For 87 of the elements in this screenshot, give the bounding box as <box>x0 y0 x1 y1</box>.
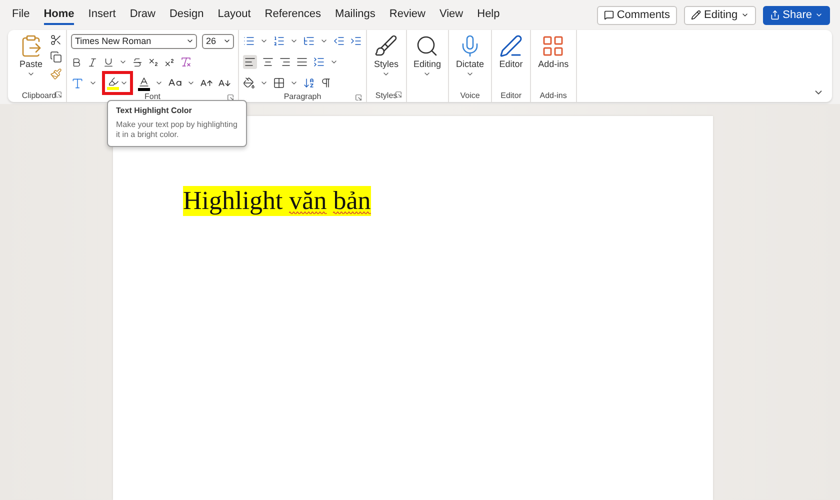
dictate-button[interactable]: Dictate <box>453 32 488 88</box>
menu-tab[interactable]: Layout <box>218 5 251 25</box>
group-label: Styles <box>375 90 398 100</box>
subscript-icon[interactable] <box>148 56 159 68</box>
caret-icon[interactable] <box>27 70 35 78</box>
styles-button[interactable]: Styles <box>371 32 402 88</box>
clear-formatting-icon[interactable] <box>180 56 192 68</box>
editor-icon[interactable] <box>499 34 524 58</box>
launcher-icon[interactable] <box>55 91 62 98</box>
menu-tab[interactable]: View <box>439 5 464 25</box>
pilcrow-icon[interactable] <box>320 77 332 89</box>
editing-icon[interactable] <box>691 10 701 20</box>
decrease-indent-icon[interactable] <box>333 35 345 47</box>
share-button[interactable]: Share <box>762 6 830 24</box>
editing-button[interactable]: Editing <box>684 6 756 24</box>
group-label: Voice <box>460 90 480 100</box>
caret-icon[interactable] <box>89 79 97 87</box>
font-color-icon[interactable] <box>138 76 150 90</box>
caret-icon[interactable] <box>382 70 390 78</box>
tooltip-text: Make your text pop by highlighting it in a bright color. <box>116 120 238 141</box>
caret-icon[interactable] <box>260 79 268 87</box>
text-effects-icon[interactable] <box>71 76 84 90</box>
menu-tab[interactable]: Help <box>477 5 500 25</box>
align-right-icon[interactable] <box>279 56 291 68</box>
editor-button[interactable]: Editor <box>496 32 526 88</box>
editing-button[interactable]: Editing <box>410 32 444 88</box>
caret-icon[interactable] <box>423 70 432 78</box>
font-name-field[interactable]: Times New Roman <box>71 34 197 48</box>
caret-icon[interactable] <box>186 37 194 45</box>
strikethrough-icon[interactable] <box>132 56 143 68</box>
highlighted-text: Highlight văn bản <box>183 186 371 216</box>
increase-indent-icon[interactable] <box>350 35 362 47</box>
menu-tab[interactable]: File <box>12 5 30 25</box>
caret-icon[interactable] <box>187 79 195 87</box>
format-painter-icon[interactable] <box>50 68 62 80</box>
italic-icon[interactable] <box>87 56 98 68</box>
justify-icon[interactable] <box>296 56 308 68</box>
align-center-icon[interactable] <box>262 56 274 68</box>
group-label: Font <box>144 92 160 101</box>
caret-icon[interactable] <box>290 79 298 87</box>
menu-tab[interactable]: Insert <box>88 5 116 25</box>
superscript-icon[interactable] <box>164 56 175 68</box>
menu-tab[interactable]: Review <box>389 5 426 25</box>
comments-icon[interactable] <box>604 10 614 20</box>
highlighter-icon[interactable] <box>107 76 119 90</box>
copy-icon[interactable] <box>50 51 62 63</box>
shading-icon[interactable] <box>243 77 255 89</box>
menu-tab[interactable]: References <box>264 5 322 25</box>
caret-icon[interactable] <box>260 37 268 45</box>
numbering-icon[interactable] <box>273 35 285 47</box>
underline-icon[interactable] <box>103 56 114 68</box>
paste-button[interactable]: Paste <box>16 32 46 88</box>
line-spacing-icon[interactable] <box>313 56 325 68</box>
editing-icon[interactable] <box>415 34 440 58</box>
bold-icon[interactable] <box>71 56 82 68</box>
align-left-icon[interactable] <box>243 55 257 69</box>
caret-icon[interactable] <box>815 11 823 19</box>
caret-icon[interactable] <box>466 70 474 78</box>
group-label: Add-ins <box>540 90 567 100</box>
menu-tab[interactable]: Draw <box>130 5 156 25</box>
caret-icon[interactable] <box>320 37 328 45</box>
menu-tab[interactable]: Design <box>169 5 204 25</box>
menu-tab[interactable]: Mailings <box>335 5 376 25</box>
multilevel-list-icon[interactable] <box>303 35 315 47</box>
highlight-frame[interactable] <box>102 71 133 95</box>
launcher-icon[interactable] <box>355 94 362 101</box>
sort-icon[interactable] <box>303 77 315 89</box>
caret-icon[interactable] <box>290 37 298 45</box>
menu-tab[interactable]: Home <box>44 5 74 25</box>
share-icon[interactable] <box>770 10 780 20</box>
borders-icon[interactable] <box>273 77 285 89</box>
tooltip-title: Text Highlight Color <box>116 106 193 115</box>
caret-icon[interactable] <box>119 58 127 66</box>
add-ins-icon[interactable] <box>541 34 566 58</box>
group-label: Editor <box>500 90 522 100</box>
group-label: Paragraph <box>284 92 322 101</box>
caret-icon[interactable] <box>330 58 338 66</box>
add-ins-button[interactable]: Add-ins <box>535 32 572 88</box>
caret-icon[interactable] <box>120 79 128 87</box>
styles-icon[interactable] <box>374 34 398 58</box>
group-label: Clipboard <box>22 90 56 100</box>
caret-icon[interactable] <box>740 11 749 19</box>
font-size-field[interactable]: 26 <box>202 34 234 48</box>
caret-icon[interactable] <box>223 37 231 45</box>
comments-button[interactable]: Comments <box>596 6 677 24</box>
caret-icon[interactable] <box>155 79 163 87</box>
cut-icon[interactable] <box>50 34 62 46</box>
